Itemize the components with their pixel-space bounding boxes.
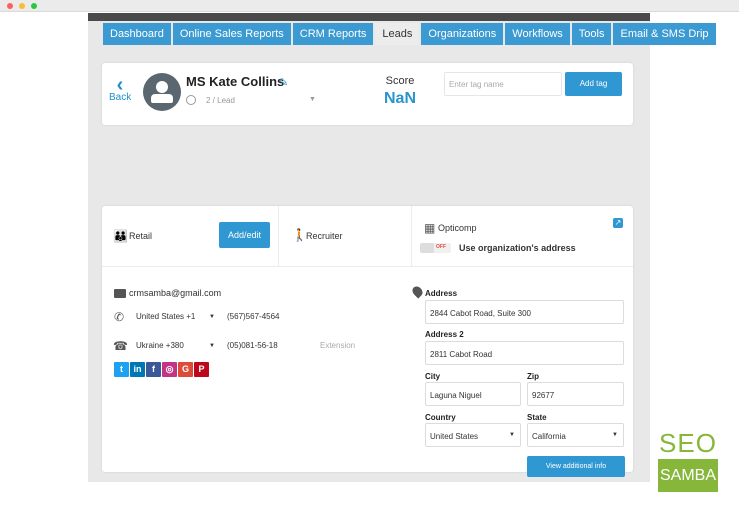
lead-name: MS Kate Collins	[186, 74, 285, 89]
city-field[interactable]: Laguna Niguel	[425, 382, 521, 406]
instagram-icon[interactable]: ◎	[162, 362, 177, 377]
address2-label: Address 2	[425, 330, 464, 339]
phone2-country-select[interactable]: Ukraine +380	[136, 341, 184, 350]
crm-app: Dashboard Online Sales Reports CRM Repor…	[88, 13, 716, 482]
map-pin-icon	[410, 284, 425, 299]
lead-status-select[interactable]: 2 / Lead	[206, 96, 235, 105]
linkedin-icon[interactable]: in	[130, 362, 145, 377]
score-value: NaN	[383, 90, 416, 107]
chevron-down-icon: ▼	[509, 432, 515, 438]
view-additional-info-button[interactable]: View additional info	[527, 456, 625, 477]
lead-header-card: ‹ Back MS Kate Collins ✎ 2 / Lead ▼ Scor…	[102, 63, 633, 125]
divider	[278, 206, 279, 266]
retail-label: Retail	[129, 231, 153, 241]
chevron-down-icon[interactable]: ▼	[209, 343, 215, 349]
chevron-down-icon[interactable]: ▼	[309, 96, 316, 103]
add-tag-button[interactable]: Add tag	[565, 72, 622, 96]
city-label: City	[425, 372, 441, 381]
divider	[102, 266, 633, 267]
seo-samba-logo: SEO SAMBA	[658, 428, 718, 492]
main-nav: Dashboard Online Sales Reports CRM Repor…	[103, 23, 716, 45]
tab-organizations[interactable]: Organizations	[421, 23, 504, 45]
country-value: United States	[430, 432, 479, 441]
building-icon: ▦	[424, 221, 436, 235]
tab-tools[interactable]: Tools	[571, 23, 612, 45]
social-links: t in f ◎ G P	[114, 362, 209, 377]
external-link-icon[interactable]: ↗	[613, 218, 623, 228]
pencil-icon[interactable]: ✎	[279, 76, 288, 89]
landline-phone-icon: ☎	[113, 339, 128, 353]
avatar	[143, 73, 181, 111]
twitter-icon[interactable]: t	[114, 362, 129, 377]
back-button[interactable]: ‹ Back	[109, 74, 132, 103]
use-org-address-label: Use organization's address	[459, 243, 576, 253]
logo-text-bottom: SAMBA	[658, 459, 718, 492]
address2-field[interactable]: 2811 Cabot Road	[425, 341, 624, 365]
top-bar	[88, 13, 650, 21]
phone1-number[interactable]: (567)567-4564	[227, 312, 279, 321]
add-edit-button[interactable]: Add/edit	[219, 222, 270, 248]
facebook-icon[interactable]: f	[146, 362, 161, 377]
lead-detail-card: 👪 Retail Add/edit 🚶 Recruiter ▦ Opticomp…	[102, 206, 633, 477]
maximize-window-dot[interactable]	[31, 3, 37, 9]
country-select[interactable]: United States ▼	[425, 423, 521, 447]
pinterest-icon[interactable]: P	[194, 362, 209, 377]
person-walking-icon: 🚶	[292, 228, 307, 242]
phone2-number[interactable]: (05)081-56-18	[227, 341, 278, 350]
user-circle-icon	[186, 95, 196, 105]
phone1-country-select[interactable]: United States +1	[136, 312, 195, 321]
tab-workflows[interactable]: Workflows	[505, 23, 570, 45]
tag-input[interactable]: Enter tag name	[444, 72, 562, 96]
opticomp-label: Opticomp	[438, 223, 477, 233]
score-label: Score	[385, 75, 415, 87]
tab-leads[interactable]: Leads	[375, 23, 420, 45]
use-org-address-toggle[interactable]: OFF	[420, 243, 451, 253]
divider	[411, 206, 412, 266]
window-titlebar	[0, 0, 739, 12]
tab-online-sales-reports[interactable]: Online Sales Reports	[172, 23, 291, 45]
back-label: Back	[109, 92, 132, 103]
country-label: Country	[425, 413, 456, 422]
logo-text-top: SEO	[659, 428, 717, 458]
chevron-down-icon: ▼	[612, 432, 618, 438]
email-value[interactable]: crmsamba@gmail.com	[129, 288, 221, 298]
address-label: Address	[425, 289, 458, 298]
recruiter-label: Recruiter	[306, 231, 343, 241]
toggle-state: OFF	[436, 244, 446, 250]
zip-label: Zip	[527, 372, 539, 381]
tab-email-sms-drip[interactable]: Email & SMS Drip	[613, 23, 716, 45]
tab-dashboard[interactable]: Dashboard	[103, 23, 171, 45]
state-select[interactable]: California ▼	[527, 423, 624, 447]
tab-crm-reports[interactable]: CRM Reports	[292, 23, 374, 45]
chevron-down-icon[interactable]: ▼	[209, 314, 215, 320]
extension-input[interactable]: Extension	[320, 341, 355, 350]
minimize-window-dot[interactable]	[19, 3, 25, 9]
google-plus-icon[interactable]: G	[178, 362, 193, 377]
chevron-left-icon: ‹	[116, 74, 124, 96]
state-value: California	[532, 432, 566, 441]
close-window-dot[interactable]	[7, 3, 13, 9]
phone-icon: ✆	[114, 310, 125, 324]
zip-field[interactable]: 92677	[527, 382, 624, 406]
group-icon: 👪	[113, 229, 128, 243]
address-field[interactable]: 2844 Cabot Road, Suite 300	[425, 300, 624, 324]
state-label: State	[527, 413, 547, 422]
envelope-icon	[114, 289, 126, 298]
